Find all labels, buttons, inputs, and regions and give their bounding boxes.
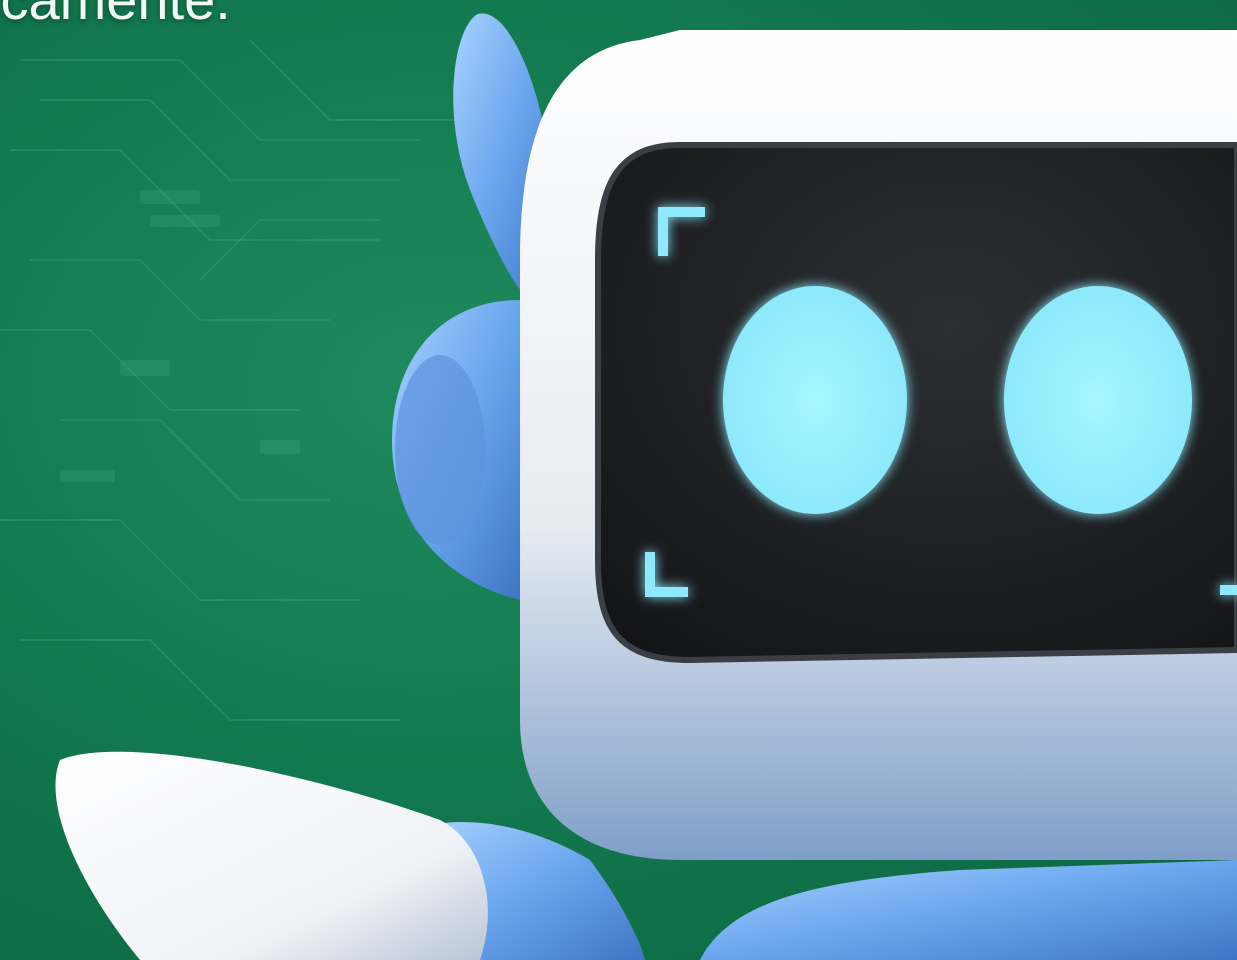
robot-arm-icon bbox=[55, 751, 488, 960]
robot-illustration bbox=[0, 13, 1237, 960]
robot-ear-icon bbox=[392, 300, 520, 600]
hero-scene: icamente. bbox=[0, 0, 1237, 960]
left-eye-icon bbox=[723, 286, 907, 514]
circuit-board-pattern-icon bbox=[0, 39, 470, 721]
right-eye-icon bbox=[1004, 286, 1192, 514]
robot-body-icon bbox=[700, 860, 1237, 960]
headline-text: icamente. bbox=[0, 0, 231, 28]
